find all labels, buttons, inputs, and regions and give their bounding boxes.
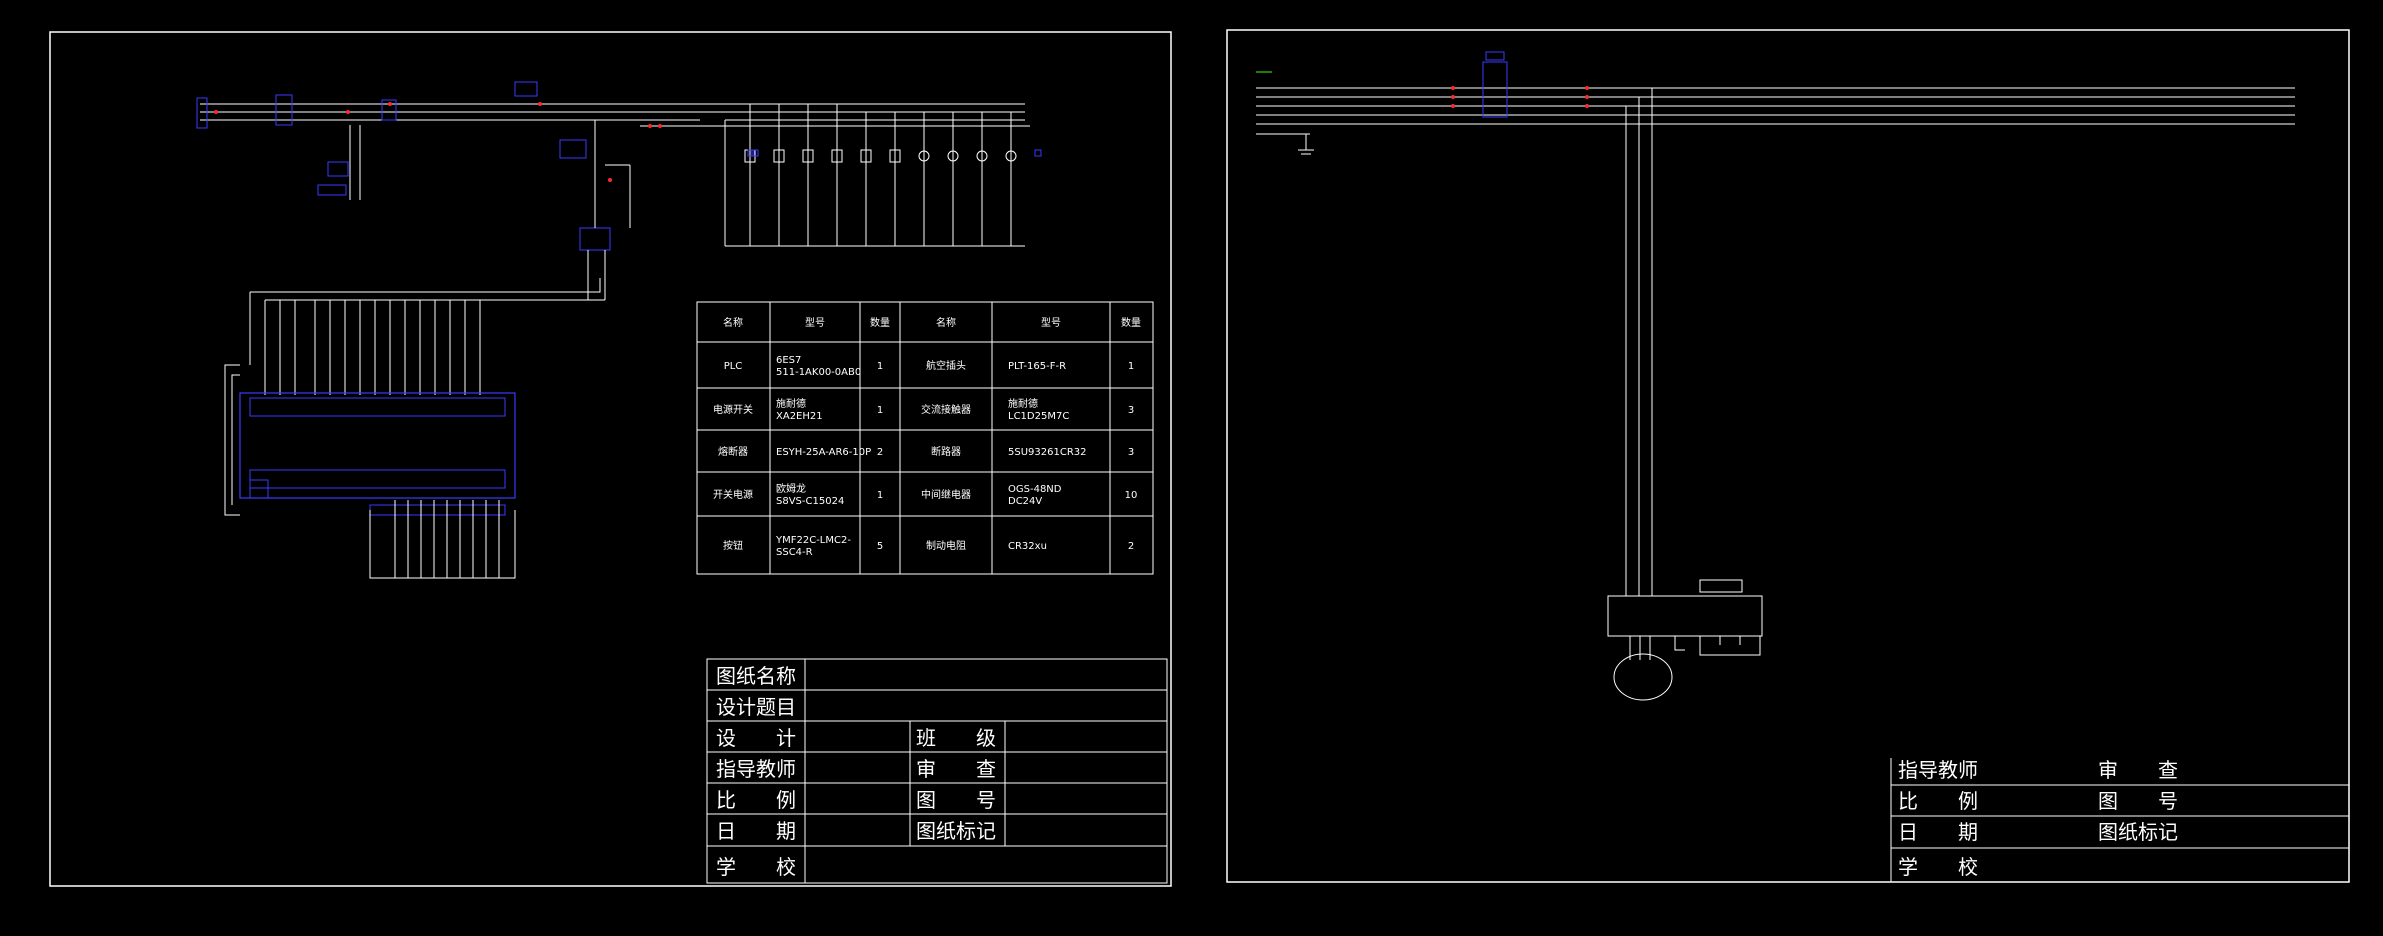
bom-cell: 按钮 — [723, 539, 743, 552]
plc-io-wiring — [224, 278, 605, 579]
label-instructor-right: 指导教师 — [1898, 758, 1978, 782]
bom-cell: 3 — [1128, 447, 1134, 458]
bom-cell: 1 — [1128, 361, 1134, 372]
bom-cell: 电源开关 — [713, 403, 753, 416]
right-title-block: 指导教师 审 查 比 例 图 号 日 期 图纸标记 学 校 — [1890, 758, 2349, 882]
label-school: 学 校 — [716, 855, 796, 879]
left-title-block: 图纸名称 设计题目 设 计 班 级 指导教师 审 查 比 例 图 号 日 期 图… — [706, 658, 1168, 884]
bom-cell: 制动电阻 — [926, 539, 966, 552]
label-design-topic: 设计题目 — [716, 695, 796, 719]
bom-cell: 中间继电器 — [921, 488, 971, 501]
label-date-right: 日 期 — [1898, 820, 1978, 844]
bom-header-cell: 数量 — [870, 316, 890, 329]
bom-cell: YMF22C-LMC2-SSC4-R — [775, 535, 851, 558]
bom-cell: 施耐德 XA2EH21 — [776, 397, 823, 422]
label-drawing-no: 图 号 — [916, 788, 996, 812]
bom-cell: ESYH-25A-AR6-10P — [776, 447, 871, 458]
label-drawing-mark: 图纸标记 — [916, 819, 996, 843]
bom-cell: 1 — [877, 490, 883, 501]
label-reviewer: 审 查 — [916, 757, 996, 781]
label-date: 日 期 — [716, 819, 796, 843]
bom-cell: 欧姆龙 S8VS-C15024 — [776, 482, 844, 507]
bom-cell: 1 — [877, 405, 883, 416]
power-main-circuit — [196, 81, 1030, 300]
bom-cell: 5SU93261CR32 — [1008, 447, 1087, 458]
bom-cell: 施耐德 LC1D25M7C — [1008, 397, 1069, 422]
bom-cell: 10 — [1125, 490, 1138, 501]
bom-cell: 航空插头 — [926, 359, 966, 372]
bom-cell: 开关电源 — [713, 488, 753, 501]
bom-cell: PLT-165-F-R — [1008, 361, 1066, 372]
label-school-right: 学 校 — [1898, 855, 1978, 879]
inverter-power-circuit — [1256, 51, 2295, 701]
label-scale: 比 例 — [716, 788, 796, 812]
contactor-relay-branches — [724, 104, 1042, 247]
bom-cell: 2 — [1128, 541, 1134, 552]
bom-cell: OGS-48ND DC24V — [1008, 484, 1062, 507]
label-designer: 设 计 — [716, 726, 796, 750]
bom-cell: 2 — [877, 447, 883, 458]
bom-cell: 断路器 — [931, 445, 961, 458]
bom-header-cell: 数量 — [1121, 316, 1141, 329]
bom-header-cell: 型号 — [805, 316, 825, 329]
label-reviewer-right: 审 查 — [2098, 758, 2178, 782]
label-instructor: 指导教师 — [716, 757, 796, 781]
right-sheet-border — [1226, 29, 2350, 883]
bom-cell: 3 — [1128, 405, 1134, 416]
label-drawing-no-right: 图 号 — [2098, 789, 2178, 813]
bom-table: 名称 型号 数量 名称 型号 数量 PLC 6ES7 511-1AK00-0AB0 1 航空插头 PL… — [696, 301, 1154, 575]
schematic-canvas: 名称 型号 数量 名称 型号 数量 PLC 6ES7 511-1AK00-0AB0 1 航空插头 PL… — [49, 29, 2350, 887]
bom-cell: PLC — [724, 361, 743, 372]
bom-header-cell: 名称 — [723, 316, 743, 329]
label-scale-right: 比 例 — [1898, 789, 1978, 813]
bom-cell: 熔断器 — [718, 445, 748, 458]
label-drawing-mark-right: 图纸标记 — [2098, 820, 2178, 844]
bom-cell: 6ES7 511-1AK00-0AB0 — [776, 355, 861, 378]
bom-header-cell: 型号 — [1041, 316, 1061, 329]
bom-cell: 5 — [877, 541, 883, 552]
bom-cell: 交流接触器 — [921, 403, 971, 416]
motor-symbol — [1613, 653, 1673, 701]
label-class: 班 级 — [916, 726, 996, 750]
bom-cell: CR32xu — [1008, 541, 1047, 552]
bom-cell: 1 — [877, 361, 883, 372]
left-sheet-border — [49, 31, 1172, 887]
bom-header-cell: 名称 — [936, 316, 956, 329]
label-drawing-name: 图纸名称 — [716, 664, 796, 688]
